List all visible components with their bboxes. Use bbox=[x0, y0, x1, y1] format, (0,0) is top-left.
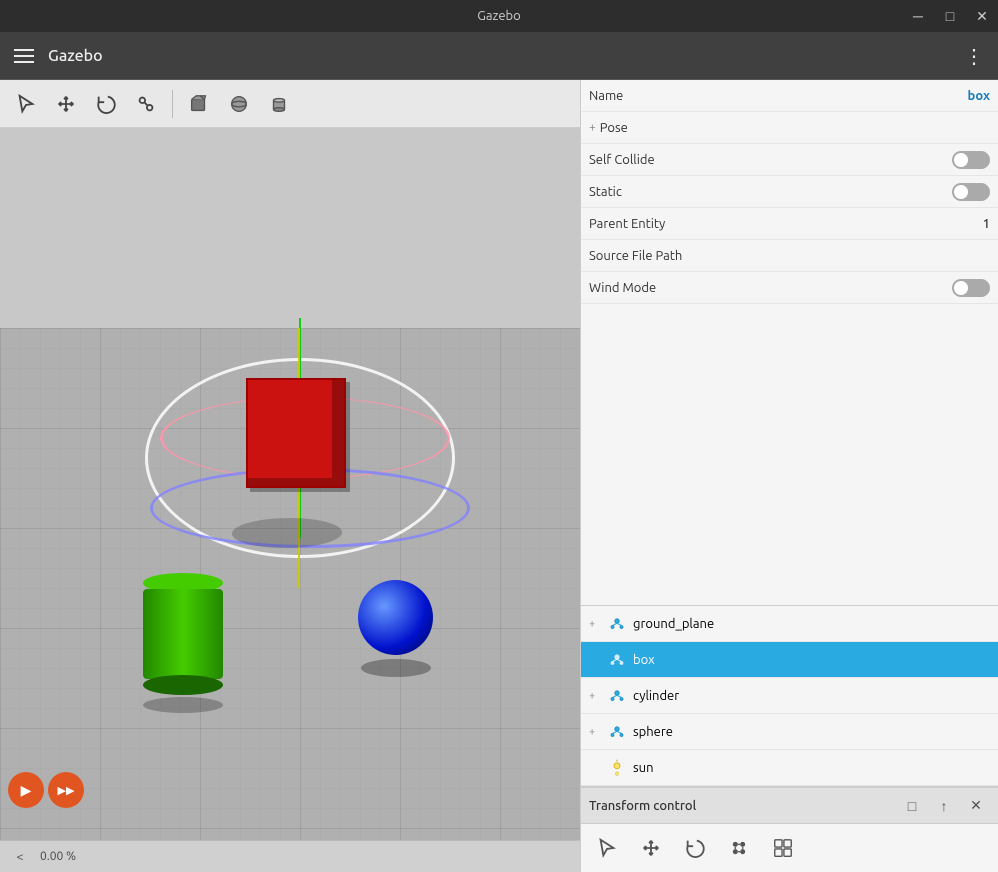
prop-pose-row[interactable]: + Pose bbox=[581, 112, 998, 144]
transform-rotate-tool[interactable] bbox=[677, 830, 713, 866]
ground-plane-label: ground_plane bbox=[633, 617, 714, 631]
ground-plane-expand[interactable]: + bbox=[589, 618, 601, 630]
sphere-expand[interactable]: + bbox=[589, 726, 601, 738]
pose-expand-icon[interactable]: + bbox=[589, 121, 596, 134]
sphere-entity-icon bbox=[607, 722, 627, 742]
viewport-bottom-bar: < 0.00 % bbox=[0, 840, 580, 872]
box-entity-icon bbox=[607, 650, 627, 670]
fast-forward-button[interactable]: ▶▶ bbox=[48, 772, 84, 808]
transform-minimize-button[interactable]: □ bbox=[898, 792, 926, 820]
entity-cylinder[interactable]: + cylinder bbox=[581, 678, 998, 714]
play-button[interactable]: ▶ bbox=[8, 772, 44, 808]
scene-objects bbox=[0, 128, 580, 840]
app-title-text: Gazebo bbox=[477, 9, 521, 23]
properties-panel: Name box + Pose Self Collide Static bbox=[581, 80, 998, 606]
green-cylinder-object[interactable] bbox=[143, 573, 223, 713]
entity-sphere[interactable]: + sphere bbox=[581, 714, 998, 750]
red-box-object[interactable] bbox=[246, 378, 346, 488]
prop-static-row: Static bbox=[581, 176, 998, 208]
transform-translate-tool[interactable] bbox=[633, 830, 669, 866]
prop-parent-entity-row: Parent Entity 1 bbox=[581, 208, 998, 240]
translate-tool-button[interactable] bbox=[48, 86, 84, 122]
ground-plane-icon bbox=[607, 614, 627, 634]
sun-entity-label: sun bbox=[633, 761, 654, 775]
blue-sphere-object[interactable] bbox=[358, 580, 433, 677]
prop-wind-mode-row: Wind Mode bbox=[581, 272, 998, 304]
prop-parent-entity-label: Parent Entity bbox=[589, 217, 983, 231]
shape-link-button[interactable] bbox=[128, 86, 164, 122]
expand-button[interactable]: < bbox=[8, 845, 32, 869]
self-collide-toggle[interactable] bbox=[952, 151, 990, 169]
entity-sun[interactable]: sun bbox=[581, 750, 998, 786]
transform-snap-tool[interactable] bbox=[721, 830, 757, 866]
prop-parent-entity-value: 1 bbox=[983, 217, 990, 231]
prop-pose-label: Pose bbox=[600, 121, 990, 135]
entity-box[interactable]: box bbox=[581, 642, 998, 678]
sphere-body bbox=[358, 580, 433, 655]
app-title: Gazebo bbox=[48, 47, 958, 65]
transform-float-button[interactable]: ↑ bbox=[930, 792, 958, 820]
prop-self-collide-label: Self Collide bbox=[589, 153, 952, 167]
transform-select-tool[interactable] bbox=[589, 830, 625, 866]
3d-scene[interactable]: ▶ ▶▶ bbox=[0, 128, 580, 840]
transform-toolbar bbox=[581, 824, 998, 872]
minimize-button[interactable]: ─ bbox=[902, 0, 934, 32]
maximize-button[interactable]: □ bbox=[934, 0, 966, 32]
prop-static-label: Static bbox=[589, 185, 952, 199]
entity-list: + ground_plane bbox=[581, 606, 998, 787]
right-panel: Name box + Pose Self Collide Static bbox=[580, 80, 998, 872]
cylinder-entity-icon bbox=[607, 686, 627, 706]
zoom-level: 0.00 % bbox=[40, 850, 76, 863]
cylinder-entity-label: cylinder bbox=[633, 689, 679, 703]
play-controls: ▶ ▶▶ bbox=[8, 772, 84, 808]
prop-name-value: box bbox=[968, 89, 990, 103]
cylinder-bottom bbox=[143, 675, 223, 695]
add-box-button[interactable] bbox=[181, 86, 217, 122]
cylinder-shadow bbox=[143, 697, 223, 713]
title-bar: Gazebo ─ □ ✕ bbox=[0, 0, 998, 32]
transform-close-button[interactable]: ✕ bbox=[962, 792, 990, 820]
prop-name-label: Name bbox=[589, 89, 968, 103]
transform-title: Transform control bbox=[589, 799, 894, 813]
toolbar bbox=[0, 80, 580, 128]
close-button[interactable]: ✕ bbox=[966, 0, 998, 32]
toolbar-separator bbox=[172, 90, 173, 118]
wind-mode-knob bbox=[954, 281, 968, 295]
box-entity-label: box bbox=[633, 653, 655, 667]
sun-entity-icon bbox=[607, 758, 627, 778]
main-layout: ▶ ▶▶ < 0.00 % Name box + Pose bbox=[0, 80, 998, 872]
sphere-shadow bbox=[361, 659, 431, 677]
add-sphere-button[interactable] bbox=[221, 86, 257, 122]
cylinder-body bbox=[143, 589, 223, 679]
prop-source-file-label: Source File Path bbox=[589, 249, 990, 263]
prop-wind-mode-label: Wind Mode bbox=[589, 281, 952, 295]
rotate-tool-button[interactable] bbox=[88, 86, 124, 122]
transform-header: Transform control □ ↑ ✕ bbox=[581, 788, 998, 824]
more-menu-button[interactable]: ⋮ bbox=[958, 40, 990, 72]
prop-source-file-row: Source File Path bbox=[581, 240, 998, 272]
static-knob bbox=[954, 185, 968, 199]
app-bar: Gazebo ⋮ bbox=[0, 32, 998, 80]
prop-name-row: Name box bbox=[581, 80, 998, 112]
window-controls: ─ □ ✕ bbox=[902, 0, 998, 32]
viewport-container: ▶ ▶▶ < 0.00 % bbox=[0, 80, 580, 872]
add-cylinder-button[interactable] bbox=[261, 86, 297, 122]
sphere-entity-label: sphere bbox=[633, 725, 673, 739]
cylinder-expand[interactable]: + bbox=[589, 690, 601, 702]
static-toggle[interactable] bbox=[952, 183, 990, 201]
hamburger-menu-button[interactable] bbox=[8, 40, 40, 72]
select-tool-button[interactable] bbox=[8, 86, 44, 122]
transform-grid-view-tool[interactable] bbox=[765, 830, 801, 866]
wind-mode-toggle[interactable] bbox=[952, 279, 990, 297]
prop-self-collide-row: Self Collide bbox=[581, 144, 998, 176]
self-collide-knob bbox=[954, 153, 968, 167]
entity-ground-plane[interactable]: + ground_plane bbox=[581, 606, 998, 642]
transform-panel: Transform control □ ↑ ✕ bbox=[581, 787, 998, 872]
